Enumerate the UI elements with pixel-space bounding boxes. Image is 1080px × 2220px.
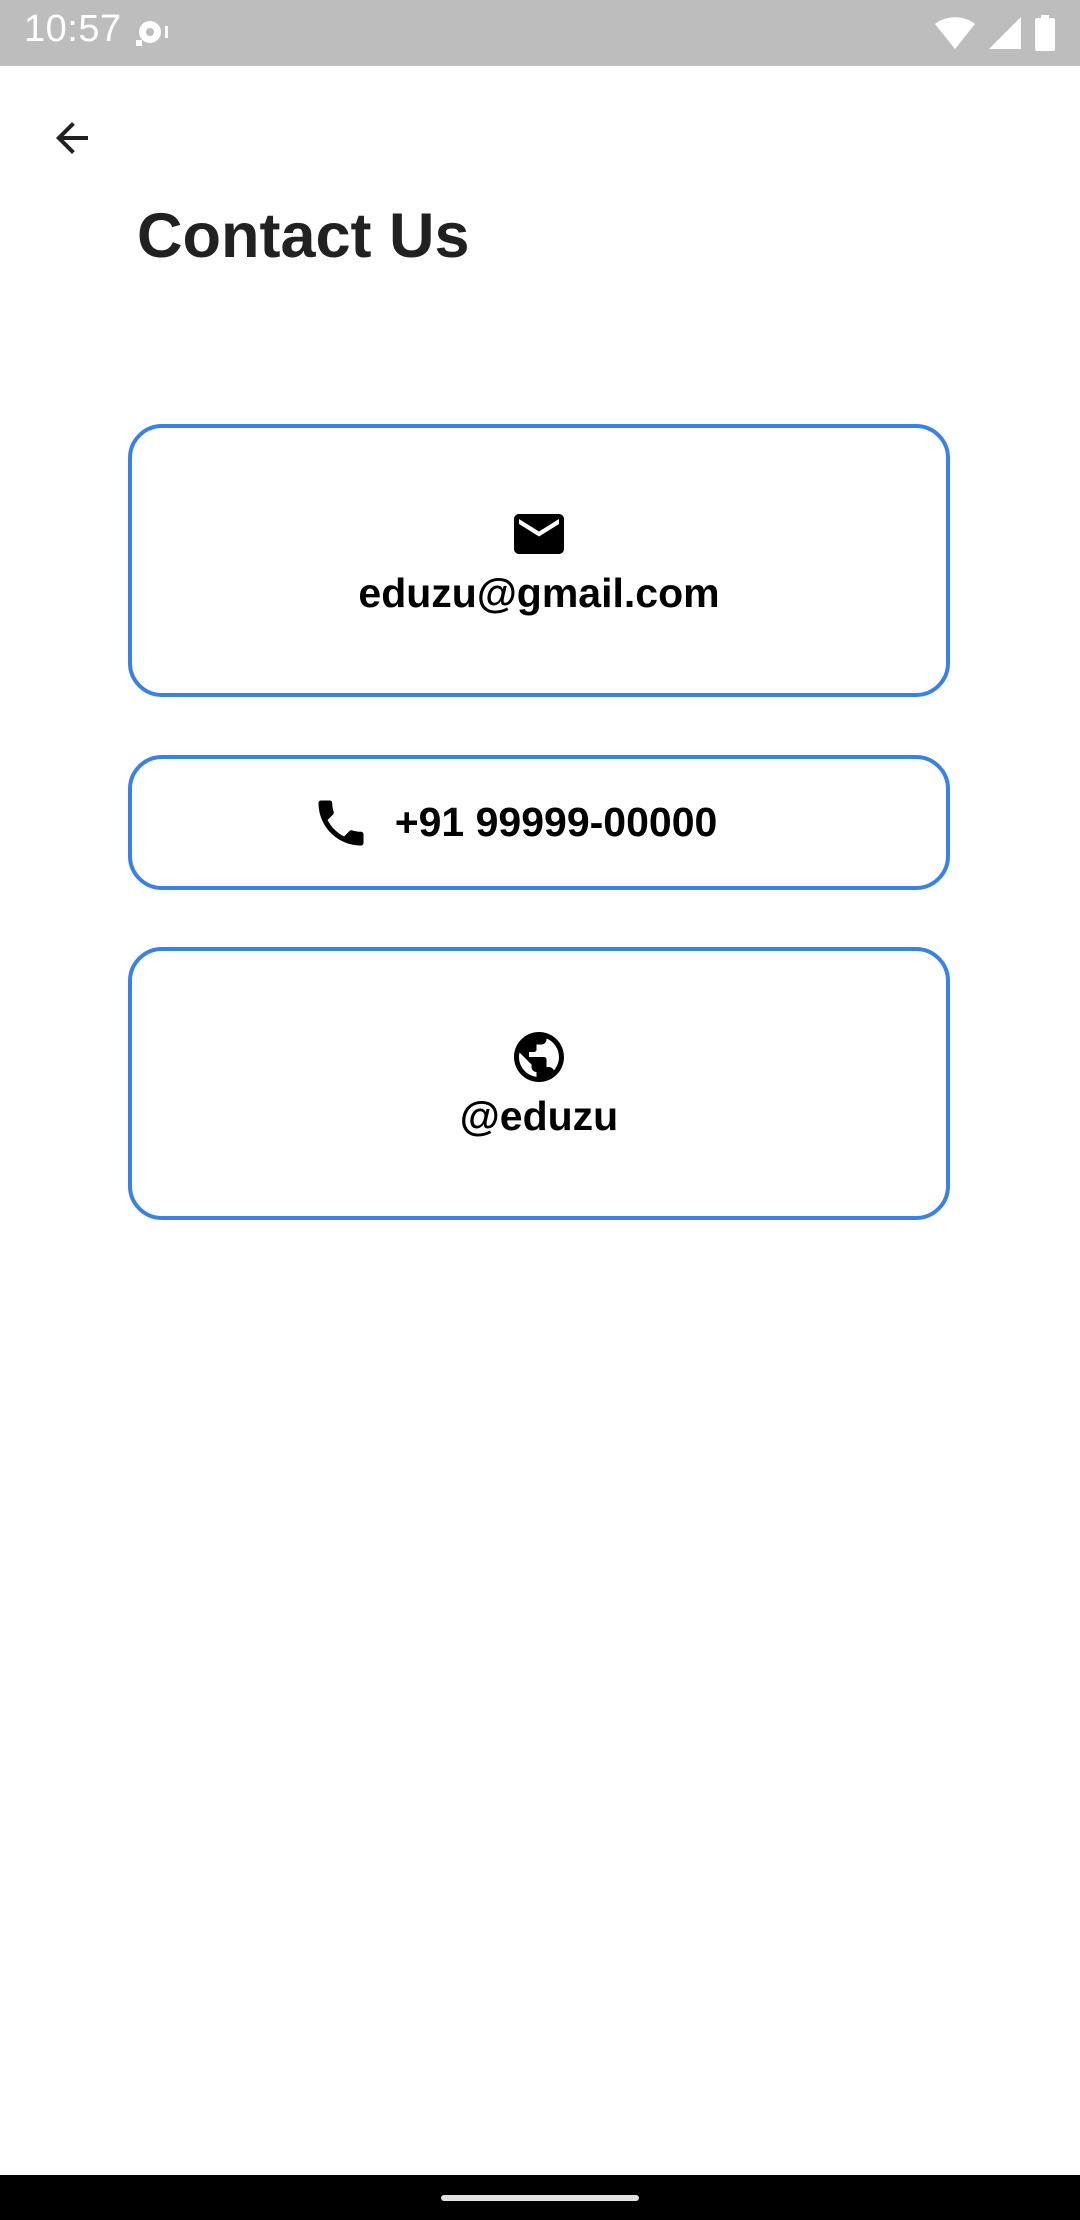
email-icon <box>514 514 564 554</box>
social-label: @eduzu <box>459 1093 619 1139</box>
phone-contact-card[interactable]: +91 99999-00000 <box>128 755 950 890</box>
notification-icon <box>136 21 168 46</box>
navigation-bar <box>0 2175 1080 2220</box>
home-indicator[interactable] <box>441 2195 639 2201</box>
phone-icon <box>318 800 364 845</box>
wifi-icon <box>935 17 975 49</box>
email-label: eduzu@gmail.com <box>358 570 720 616</box>
social-contact-card[interactable]: @eduzu <box>128 947 950 1220</box>
status-icons <box>934 14 1056 52</box>
cell-signal-icon <box>989 17 1021 49</box>
email-contact-card[interactable]: eduzu@gmail.com <box>128 424 950 697</box>
status-bar: 10:57 <box>0 0 1080 66</box>
back-button[interactable] <box>36 102 108 174</box>
phone-label: +91 99999-00000 <box>394 799 718 845</box>
page-title: Contact Us <box>137 201 470 271</box>
globe-icon <box>514 1032 564 1082</box>
status-time: 10:57 <box>24 8 122 50</box>
battery-icon <box>1035 15 1055 51</box>
arrow-back-icon <box>56 122 88 154</box>
